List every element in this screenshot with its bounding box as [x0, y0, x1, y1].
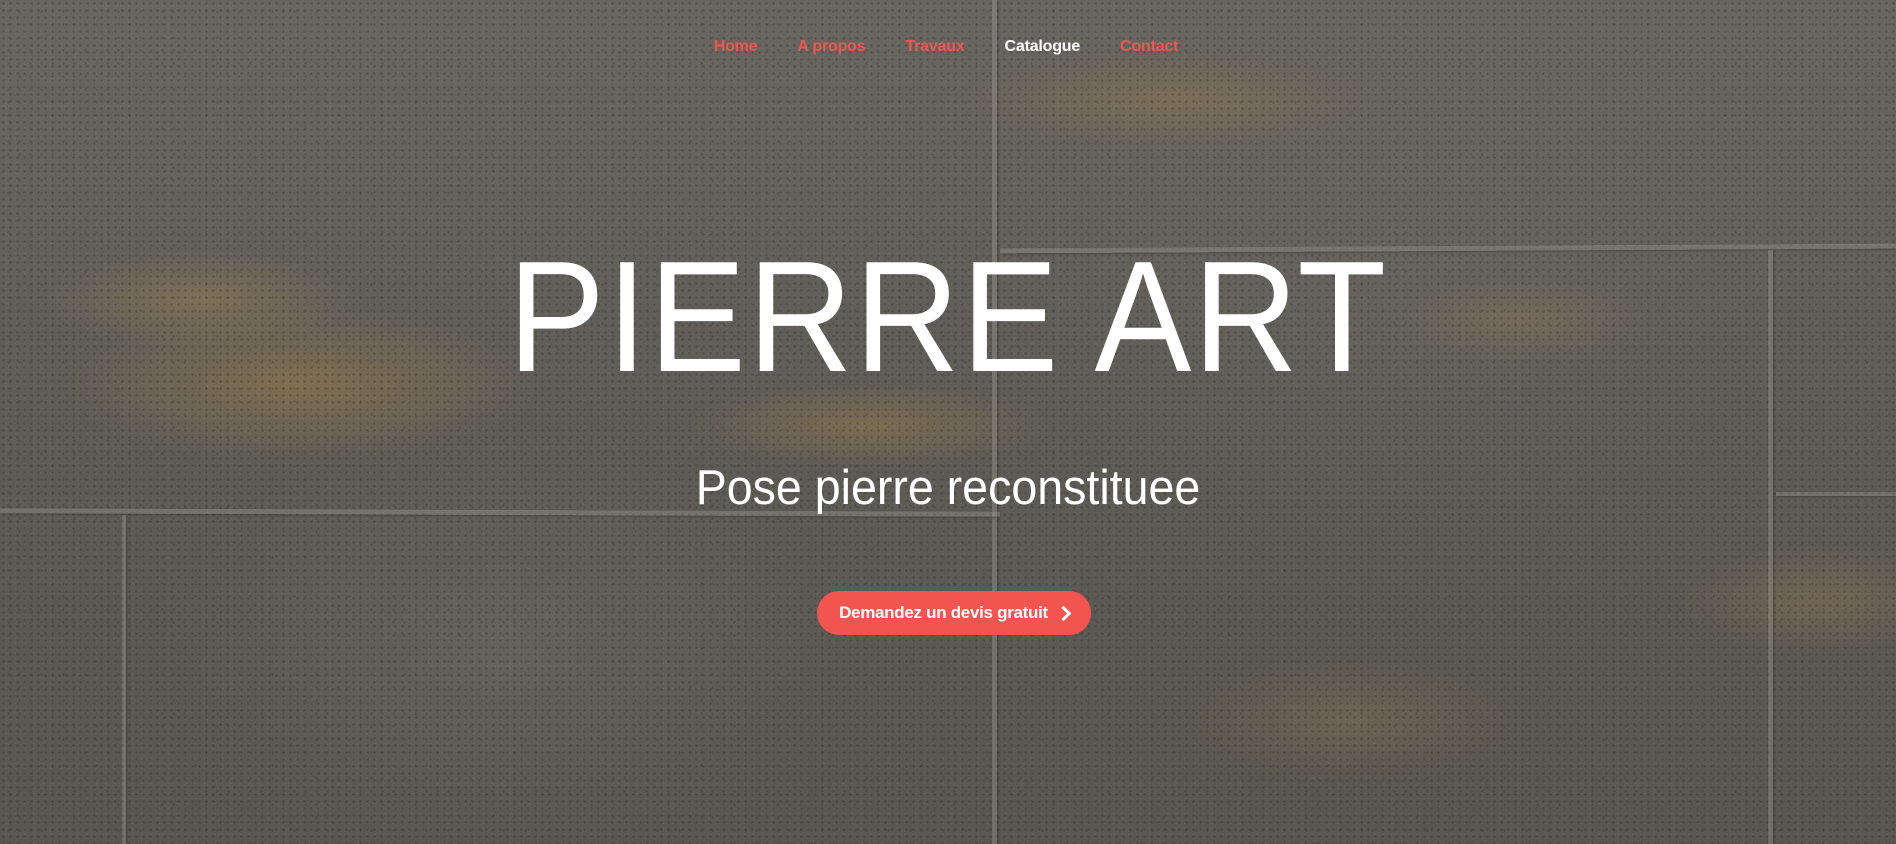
nav-link-travaux[interactable]: Travaux — [905, 38, 964, 55]
request-quote-label: Demandez un devis gratuit — [839, 603, 1048, 622]
hero-section: Home A propos Travaux Catalogue Contact … — [0, 0, 1896, 844]
nav-item-catalogue: Catalogue — [1005, 38, 1081, 56]
main-navigation: Home A propos Travaux Catalogue Contact — [0, 38, 1896, 56]
nav-item-a-propos: A propos — [797, 38, 865, 56]
nav-link-contact[interactable]: Contact — [1120, 38, 1178, 55]
nav-item-contact: Contact — [1120, 38, 1178, 56]
dark-overlay — [0, 0, 1896, 844]
chevron-right-icon — [1055, 605, 1072, 621]
nav-item-travaux: Travaux — [905, 38, 964, 56]
nav-link-home[interactable]: Home — [714, 38, 758, 55]
request-quote-button[interactable]: Demandez un devis gratuit — [817, 591, 1091, 635]
site-title: PIERRE ART — [507, 229, 1389, 405]
nav-link-catalogue[interactable]: Catalogue — [1005, 38, 1081, 55]
hero-subtitle: Pose pierre reconstituee — [695, 461, 1201, 515]
nav-list: Home A propos Travaux Catalogue Contact — [694, 38, 1198, 56]
nav-item-home: Home — [714, 38, 758, 56]
cta-container: Demandez un devis gratuit — [0, 591, 1896, 635]
nav-link-a-propos[interactable]: A propos — [797, 38, 865, 55]
